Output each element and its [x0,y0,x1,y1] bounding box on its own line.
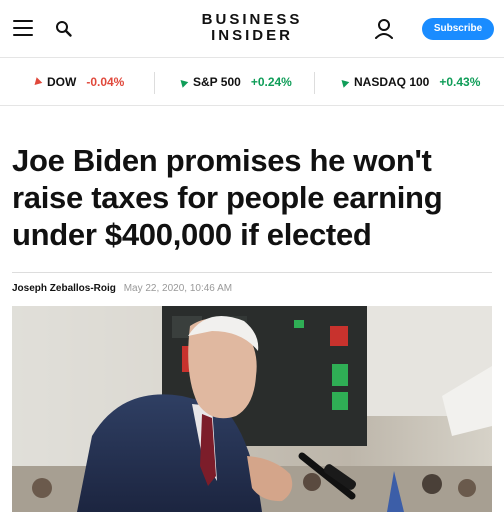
market-ticker: DOW -0.04% S&P 500 +0.24% NASDAQ 100 +0.… [0,58,504,106]
article-headline: Joe Biden promises he won't raise taxes … [12,142,492,253]
ticker-name: NASDAQ 100 [354,75,430,89]
ticker-item-nasdaq[interactable]: NASDAQ 100 +0.43% [338,58,481,106]
ticker-name: S&P 500 [193,75,241,89]
ticker-change: +0.43% [439,75,481,89]
ticker-item-dow[interactable]: DOW -0.04% [31,58,125,106]
subscribe-button[interactable]: Subscribe [422,18,494,40]
business-insider-logo[interactable]: BUSINESS INSIDER [170,12,334,44]
headline-line: raise taxes for people earning [12,180,443,215]
search-icon[interactable] [55,20,73,38]
byline-divider [12,272,492,273]
logo-line-2: INSIDER [211,27,293,44]
user-account-icon[interactable] [374,18,394,40]
logo-line-1: BUSINESS [201,11,303,28]
up-arrow-icon [338,76,350,88]
publish-date: May 22, 2020, 10:46 AM [123,283,233,294]
ticker-divider [154,72,155,94]
down-arrow-icon [31,76,43,88]
ticker-divider [314,72,315,94]
up-arrow-icon [177,76,189,88]
article-hero-image [12,306,492,512]
headline-line: under $400,000 if elected [12,217,372,252]
ticker-change: +0.24% [250,75,292,89]
ticker-name: DOW [47,75,77,89]
author-link[interactable]: Joseph Zeballos-Roig [12,283,116,294]
site-header: BUSINESS INSIDER Subscribe [0,0,504,58]
byline: Joseph Zeballos-Roig May 22, 2020, 10:46… [12,283,232,294]
hamburger-menu-icon[interactable] [13,20,33,36]
headline-line: Joe Biden promises he won't [12,143,432,178]
ticker-change: -0.04% [86,75,125,89]
ticker-item-sp500[interactable]: S&P 500 +0.24% [177,58,292,106]
